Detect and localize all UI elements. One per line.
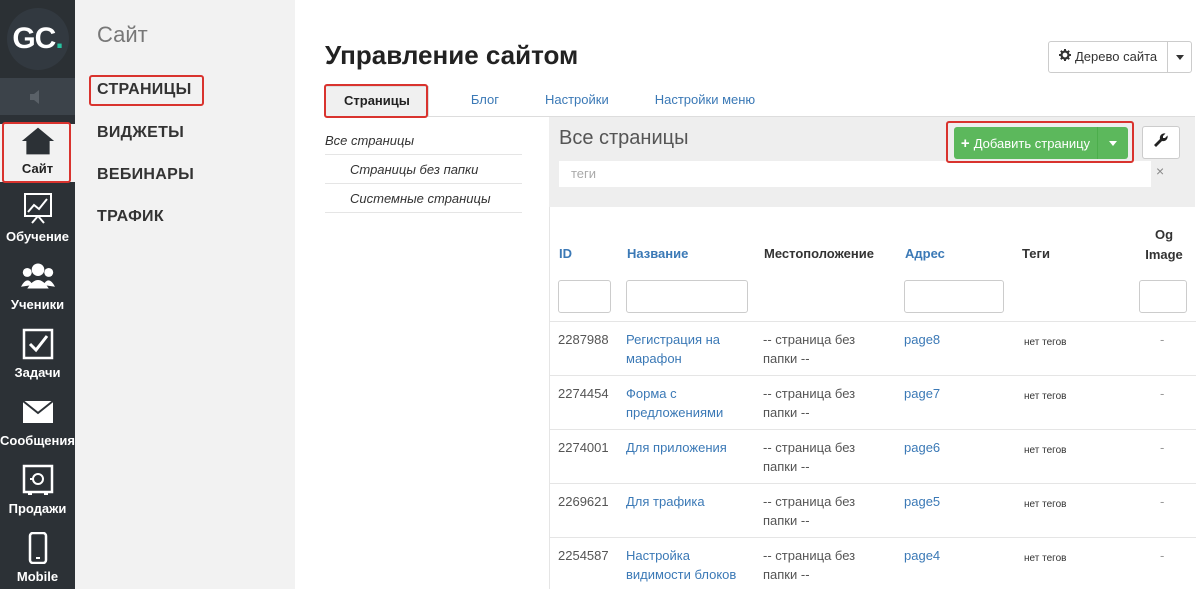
- logo[interactable]: GC.: [0, 0, 75, 78]
- folder-no-folder[interactable]: Страницы без папки: [325, 155, 522, 184]
- table-row: 2269621 Для трафика -- страница без папк…: [550, 483, 1196, 537]
- wrench-button[interactable]: [1142, 126, 1180, 159]
- filter-name-input[interactable]: [626, 280, 748, 313]
- rail-item-mobile[interactable]: Mobile: [0, 522, 75, 589]
- sidebar-title: Сайт: [97, 22, 148, 47]
- tags-input[interactable]: теги: [559, 161, 1151, 187]
- column-header-address[interactable]: Адрес: [905, 246, 945, 261]
- clear-icon[interactable]: ×: [1156, 163, 1164, 179]
- envelope-icon: [21, 395, 55, 429]
- users-icon: [20, 259, 55, 293]
- table-row: 2254587 Настройка видимости блоков -- ст…: [550, 537, 1196, 589]
- highlight-pages: [89, 75, 204, 106]
- sidebar-item-traffic[interactable]: ТРАФИК: [97, 208, 164, 226]
- highlight-pages-tab: [324, 84, 428, 118]
- main-rail: GC. Сайт Обучение Ученики Задачи Сообщен…: [0, 0, 75, 589]
- pages-table: ID Название Местоположение Адрес Теги Og…: [549, 207, 1196, 589]
- rail-item-tasks[interactable]: Задачи: [0, 318, 75, 386]
- folder-all-pages[interactable]: Все страницы: [325, 126, 522, 155]
- sidebar-item-webinars[interactable]: ВЕБИНАРЫ: [97, 166, 194, 184]
- tab-settings[interactable]: Настройки: [527, 86, 627, 116]
- chart-board-icon: [21, 191, 55, 225]
- filter-address-input[interactable]: [904, 280, 1004, 313]
- tab-blog[interactable]: Блог: [453, 86, 517, 116]
- rail-item-students[interactable]: Ученики: [0, 250, 75, 318]
- checkbox-icon: [21, 327, 55, 361]
- site-tree-button[interactable]: Дерево сайта: [1048, 41, 1193, 73]
- rail-item-messages[interactable]: Сообщения: [0, 386, 75, 454]
- rail-item-sales[interactable]: Продажи: [0, 454, 75, 522]
- volume-icon[interactable]: [0, 78, 75, 115]
- tab-menu-settings[interactable]: Настройки меню: [637, 86, 773, 116]
- table-row: 2287988 Регистрация на марафон -- страни…: [550, 321, 1196, 375]
- phone-icon: [21, 531, 55, 565]
- gear-icon: [1059, 42, 1071, 72]
- rail-item-learning[interactable]: Обучение: [0, 182, 75, 250]
- panel-title: Все страницы: [559, 127, 689, 149]
- folder-list: Все страницы Страницы без папки Системны…: [325, 126, 522, 213]
- table-row: 2274001 Для приложения -- страница без п…: [550, 429, 1196, 483]
- wrench-icon: [1153, 132, 1169, 153]
- column-header-og-image: Og Image: [1145, 227, 1183, 262]
- safe-icon: [21, 463, 55, 497]
- chevron-down-icon[interactable]: [1167, 42, 1191, 72]
- column-header-tags: Теги: [1022, 246, 1050, 261]
- main-content: Управление сайтом Дерево сайта Страницы …: [295, 0, 1200, 589]
- filter-og-input[interactable]: [1139, 280, 1187, 313]
- table-row: 2274454 Форма с предложениями -- страниц…: [550, 375, 1196, 429]
- highlight-site: [2, 122, 71, 183]
- filter-id-input[interactable]: [558, 280, 611, 313]
- page-title: Управление сайтом: [325, 40, 579, 70]
- column-header-id[interactable]: ID: [559, 246, 572, 261]
- highlight-add-page: [946, 121, 1134, 163]
- sidebar-item-widgets[interactable]: ВИДЖЕТЫ: [97, 124, 184, 142]
- column-header-location: Местоположение: [764, 246, 874, 261]
- folder-system-pages[interactable]: Системные страницы: [325, 184, 522, 213]
- column-header-name[interactable]: Название: [627, 246, 688, 261]
